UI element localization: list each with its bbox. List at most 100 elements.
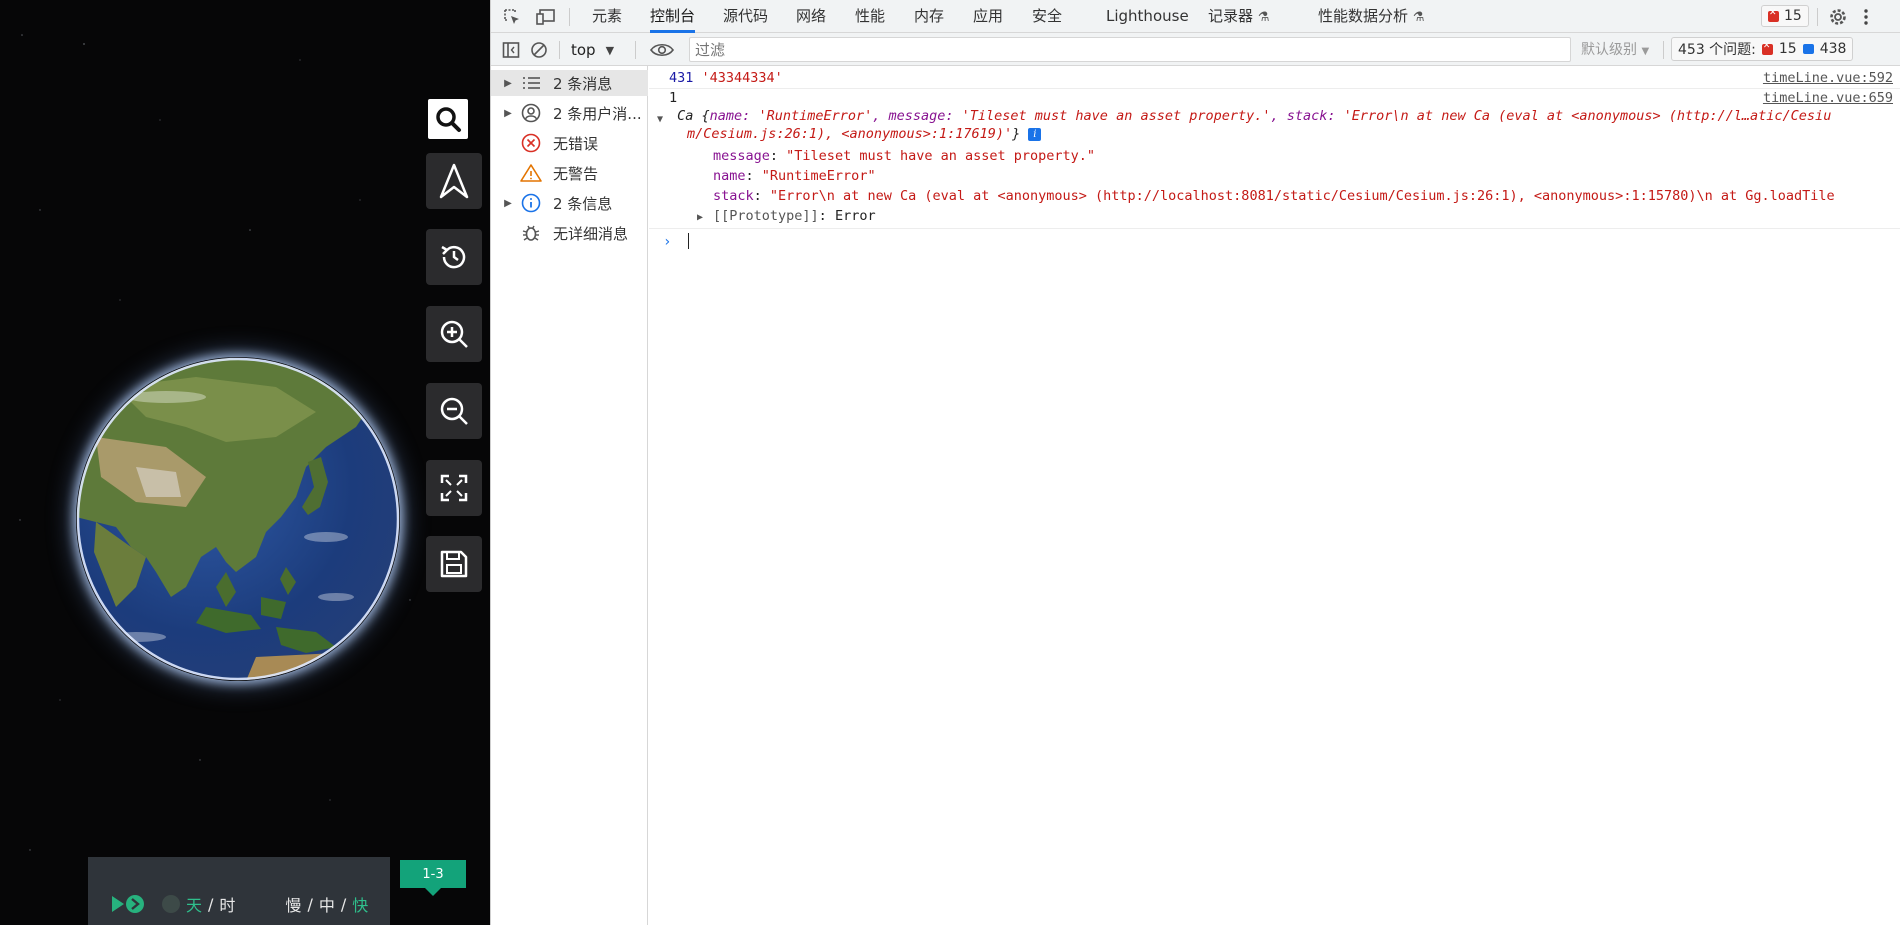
- zoom-in-icon: [440, 320, 468, 348]
- search-icon: [436, 107, 461, 132]
- expand-arrow-icon: ▶: [504, 77, 512, 89]
- object-value: 'Error\n at new Ca (eval at <anonymous> …: [1343, 108, 1832, 124]
- speed-slow[interactable]: 慢: [285, 892, 301, 916]
- log-string: '43344334': [701, 70, 783, 86]
- fullscreen-button[interactable]: [426, 460, 482, 516]
- info-icon[interactable]: i: [1028, 127, 1042, 141]
- expand-arrow-icon[interactable]: ▶: [697, 212, 713, 223]
- message-icon: [1802, 44, 1814, 54]
- kebab-menu-icon: [1864, 9, 1868, 25]
- devtools-panel: 元素 控制台 源代码 网络 性能 内存 应用 安全 Lighthouse 记录器…: [490, 0, 1900, 925]
- error-count-badge[interactable]: 15: [1761, 5, 1809, 27]
- map-search-button[interactable]: [428, 99, 468, 139]
- console-log-line: 1 timeLine.vue:659: [649, 90, 1900, 106]
- tab-memory[interactable]: 内存: [914, 0, 944, 33]
- device-toolbar-button[interactable]: [535, 6, 557, 28]
- fullscreen-icon: [440, 474, 468, 502]
- property-value: Error: [834, 208, 876, 224]
- clear-console-button[interactable]: [527, 38, 551, 62]
- prompt-chevron-icon: ›: [663, 234, 672, 250]
- tab-performance-insights-label: 性能数据分析: [1318, 7, 1409, 25]
- compass-north-icon: [439, 163, 469, 199]
- issues-counter[interactable]: 453 个问题: 15 438: [1671, 37, 1854, 61]
- toggle-sidebar-button[interactable]: [499, 38, 523, 62]
- sidebar-item-verbose[interactable]: 无详细消息: [491, 220, 648, 246]
- live-expression-button[interactable]: [647, 38, 677, 62]
- property-name: name: "RuntimeError": [649, 168, 1900, 184]
- object-key: , message:: [872, 108, 962, 124]
- context-selector[interactable]: top ▼: [571, 38, 614, 62]
- colon: :: [753, 188, 770, 204]
- save-button[interactable]: [426, 536, 482, 592]
- timeline-tag-label: 1-3: [422, 866, 444, 882]
- sidebar-item-errors[interactable]: 无错误: [491, 130, 648, 156]
- flask-icon: ⚗: [1412, 10, 1425, 25]
- error-icon: [1761, 41, 1773, 55]
- unit-hour[interactable]: 时: [219, 892, 235, 916]
- earth-globe: [76, 357, 400, 681]
- tab-application[interactable]: 应用: [973, 0, 1003, 33]
- tab-performance-insights[interactable]: 性能数据分析 ⚗: [1318, 0, 1424, 33]
- colon: :: [769, 148, 787, 164]
- object-key: , stack:: [1270, 108, 1344, 124]
- property-message: message: "Tileset must have an asset pro…: [649, 148, 1900, 164]
- expand-arrow-icon: ▶: [504, 197, 512, 209]
- sidebar-item-warnings[interactable]: 无警告: [491, 160, 648, 186]
- tab-network[interactable]: 网络: [796, 0, 826, 33]
- speed-separator-2: /: [340, 894, 347, 914]
- tab-elements[interactable]: 元素: [592, 0, 622, 33]
- settings-button[interactable]: [1827, 6, 1849, 28]
- text-cursor: [687, 233, 689, 249]
- speed-fast[interactable]: 快: [352, 892, 368, 916]
- console-sidebar: ▶ 2 条消息 ▶ 2 条用户消... 无错误 无警告 ▶ 2 条信息 无详细消…: [491, 66, 648, 925]
- map-viewport[interactable]: 天 / 时 慢 / 中 / 快 1-3: [0, 0, 490, 925]
- sidebar-item-label: 无警告: [553, 164, 599, 183]
- tab-console[interactable]: 控制台: [650, 0, 696, 33]
- context-label: top: [571, 41, 596, 59]
- unit-day[interactable]: 天: [186, 892, 202, 916]
- fast-forward-icon[interactable]: [110, 893, 146, 915]
- zoom-out-button[interactable]: [426, 383, 482, 439]
- source-link[interactable]: timeLine.vue:592: [1763, 70, 1893, 86]
- inspect-element-button[interactable]: [501, 6, 523, 28]
- more-options-button[interactable]: [1855, 6, 1877, 28]
- log-level-dropdown[interactable]: 默认级别 ▼: [1581, 39, 1649, 59]
- devtools-tabbar: 元素 控制台 源代码 网络 性能 内存 应用 安全 Lighthouse 记录器…: [491, 0, 1900, 33]
- eye-icon: [650, 43, 674, 57]
- tab-performance[interactable]: 性能: [855, 0, 885, 33]
- log-number: 431: [669, 70, 694, 86]
- sidebar-item-messages[interactable]: ▶ 2 条消息: [491, 70, 648, 96]
- console-filter-input[interactable]: [689, 37, 1571, 62]
- error-icon: [1768, 8, 1779, 22]
- info-icon: [519, 192, 543, 214]
- console-prompt[interactable]: ›: [649, 233, 1900, 250]
- error-object-summary[interactable]: ▼ Ca {name: 'RuntimeError', message: 'Ti…: [649, 108, 1900, 125]
- property-key: [[Prototype]]: [713, 208, 819, 224]
- tab-recorder-label: 记录器: [1208, 7, 1254, 25]
- source-link[interactable]: timeLine.vue:659: [1763, 90, 1893, 106]
- clear-icon: [531, 42, 547, 58]
- globe[interactable]: [76, 357, 400, 681]
- colon: :: [818, 208, 835, 224]
- tab-lighthouse[interactable]: Lighthouse: [1106, 0, 1189, 33]
- sidebar-toggle-icon: [502, 42, 520, 58]
- tab-sources[interactable]: 源代码: [723, 0, 768, 33]
- history-icon: [441, 245, 466, 269]
- history-button[interactable]: [426, 229, 482, 285]
- sidebar-item-label: 2 条用户消...: [553, 104, 642, 123]
- object-class: Ca {: [677, 108, 710, 124]
- console-output[interactable]: 431 '43344334' timeLine.vue:592 1 timeLi…: [649, 66, 1900, 925]
- prototype-row[interactable]: ▶ [[Prototype]]: Error: [649, 208, 1900, 224]
- speed-mid[interactable]: 中: [319, 892, 335, 916]
- property-key: message: [713, 148, 770, 164]
- sidebar-item-user-messages[interactable]: ▶ 2 条用户消...: [491, 100, 648, 126]
- tab-security[interactable]: 安全: [1032, 0, 1062, 33]
- timeline-control-bar: 天 / 时 慢 / 中 / 快: [88, 857, 390, 925]
- toggle-dot[interactable]: [162, 895, 180, 913]
- sidebar-item-info[interactable]: ▶ 2 条信息: [491, 190, 648, 216]
- timeline-tag: 1-3: [400, 860, 466, 896]
- compass-button[interactable]: [426, 153, 482, 209]
- tab-recorder[interactable]: 记录器 ⚗: [1208, 0, 1269, 33]
- collapse-arrow-icon[interactable]: ▼: [657, 114, 669, 125]
- zoom-in-button[interactable]: [426, 306, 482, 362]
